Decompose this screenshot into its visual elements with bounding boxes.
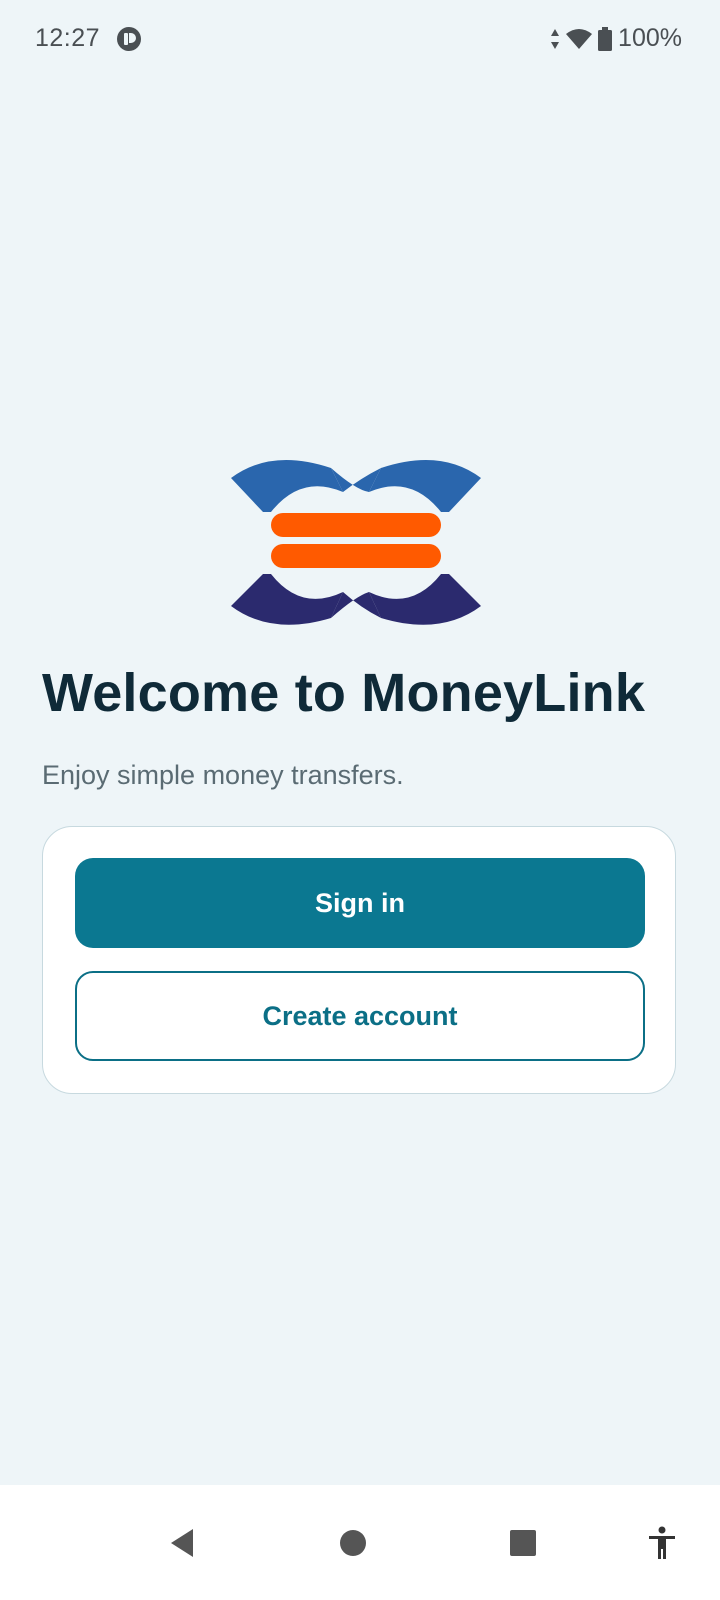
status-bar: 12:27 100%	[0, 0, 720, 78]
moneylink-logo	[231, 460, 491, 632]
app-notification-icon	[116, 26, 142, 52]
back-icon[interactable]	[152, 1513, 212, 1573]
status-time: 12:27	[35, 24, 101, 52]
status-icons: 100%	[550, 24, 682, 53]
battery-icon	[598, 26, 613, 51]
accessibility-icon[interactable]	[632, 1513, 692, 1573]
data-arrows-icon	[550, 28, 560, 50]
sign-in-button[interactable]: Sign in	[75, 858, 645, 948]
welcome-subtitle: Enjoy simple money transfers.	[42, 760, 404, 790]
auth-card: Sign in Create account	[42, 826, 676, 1094]
create-account-button[interactable]: Create account	[75, 971, 645, 1061]
welcome-screen: 12:27 100% Welcome to MoneyLink Enjoy si…	[0, 0, 720, 1600]
home-icon[interactable]	[323, 1513, 383, 1573]
recents-icon[interactable]	[493, 1513, 553, 1573]
system-nav-bar	[0, 1485, 720, 1600]
battery-percent: 100%	[618, 24, 682, 52]
welcome-title: Welcome to MoneyLink	[42, 663, 646, 723]
wifi-icon	[566, 28, 593, 50]
